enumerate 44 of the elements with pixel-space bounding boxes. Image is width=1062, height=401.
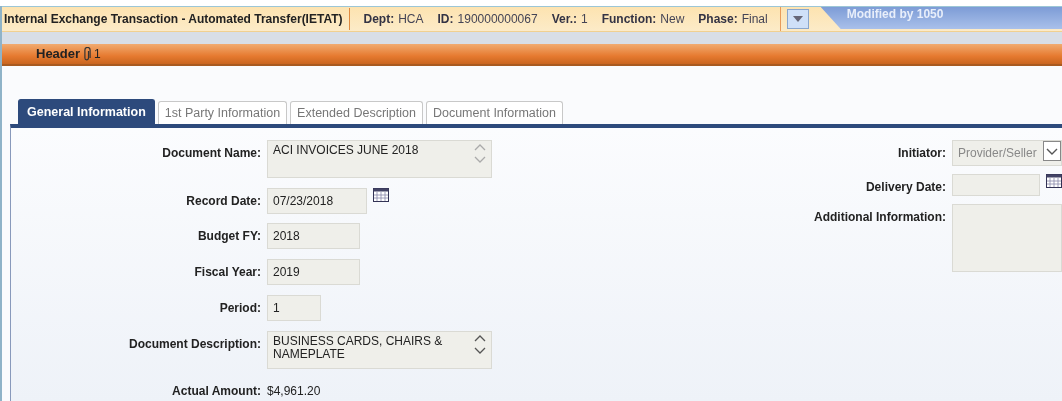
date-field[interactable] — [952, 174, 1040, 196]
field-label: Budget FY: — [196, 228, 262, 246]
tab[interactable]: General Information — [18, 99, 155, 124]
field-label: ID: — [437, 11, 454, 28]
tab[interactable]: Extended Description — [290, 101, 423, 124]
field-value: HCA — [398, 11, 424, 28]
calendar-icon[interactable] — [1046, 174, 1062, 188]
tab[interactable]: 1st Party Information — [157, 101, 288, 124]
chevron-down-icon — [1046, 147, 1058, 155]
calendar-icon[interactable] — [373, 187, 389, 202]
modified-label: Modified by 1050 — [820, 7, 1062, 29]
field-label: Additional Information: — [813, 209, 947, 226]
dropdown-button[interactable] — [786, 9, 809, 29]
attachment-count: 1 — [94, 46, 101, 63]
field-label: Actual Amount: — [171, 383, 262, 401]
section-title: Header — [36, 45, 81, 64]
text-area[interactable]: BUSINESS CARDS, CHAIRS & NAMEPLATE — [267, 330, 492, 369]
field-label: Phase: — [698, 11, 738, 28]
scroll-arrows-icon — [474, 144, 486, 163]
input-field[interactable]: 1 — [267, 294, 321, 321]
field-value: Final — [741, 11, 768, 28]
field-label: Document Name: — [161, 145, 262, 162]
field-value: New — [660, 11, 685, 28]
field-value: $4,961.20 — [267, 383, 321, 401]
field-label: Fiscal Year: — [193, 264, 262, 282]
field-label: Initiator: — [897, 145, 947, 162]
field-value: 1 — [581, 11, 588, 28]
date-field[interactable]: 07/23/2018 — [267, 187, 367, 214]
field-label: Function: — [601, 11, 657, 28]
text-area[interactable]: ACI INVOICES JUNE 2018 — [267, 140, 492, 178]
field-label: Delivery Date: — [864, 179, 947, 196]
field-value: 190000000067 — [457, 11, 538, 28]
scroll-arrows-icon — [474, 334, 486, 354]
caret-icon — [792, 16, 803, 22]
field-label: Period: — [218, 299, 262, 317]
paperclip-icon[interactable] — [83, 47, 92, 61]
input-field[interactable]: 2019 — [267, 259, 360, 286]
input-field[interactable]: 2018 — [267, 223, 360, 250]
field-label: Dept: — [363, 11, 395, 28]
tab[interactable]: Document Information — [425, 101, 563, 124]
field-label: Ver.: — [551, 11, 577, 28]
window-title: Internal Exchange Transaction - Automated Transfer(IETAT) — [2, 8, 350, 30]
field-label: Record Date: — [185, 192, 262, 210]
field-label: Document Description: — [128, 335, 262, 353]
